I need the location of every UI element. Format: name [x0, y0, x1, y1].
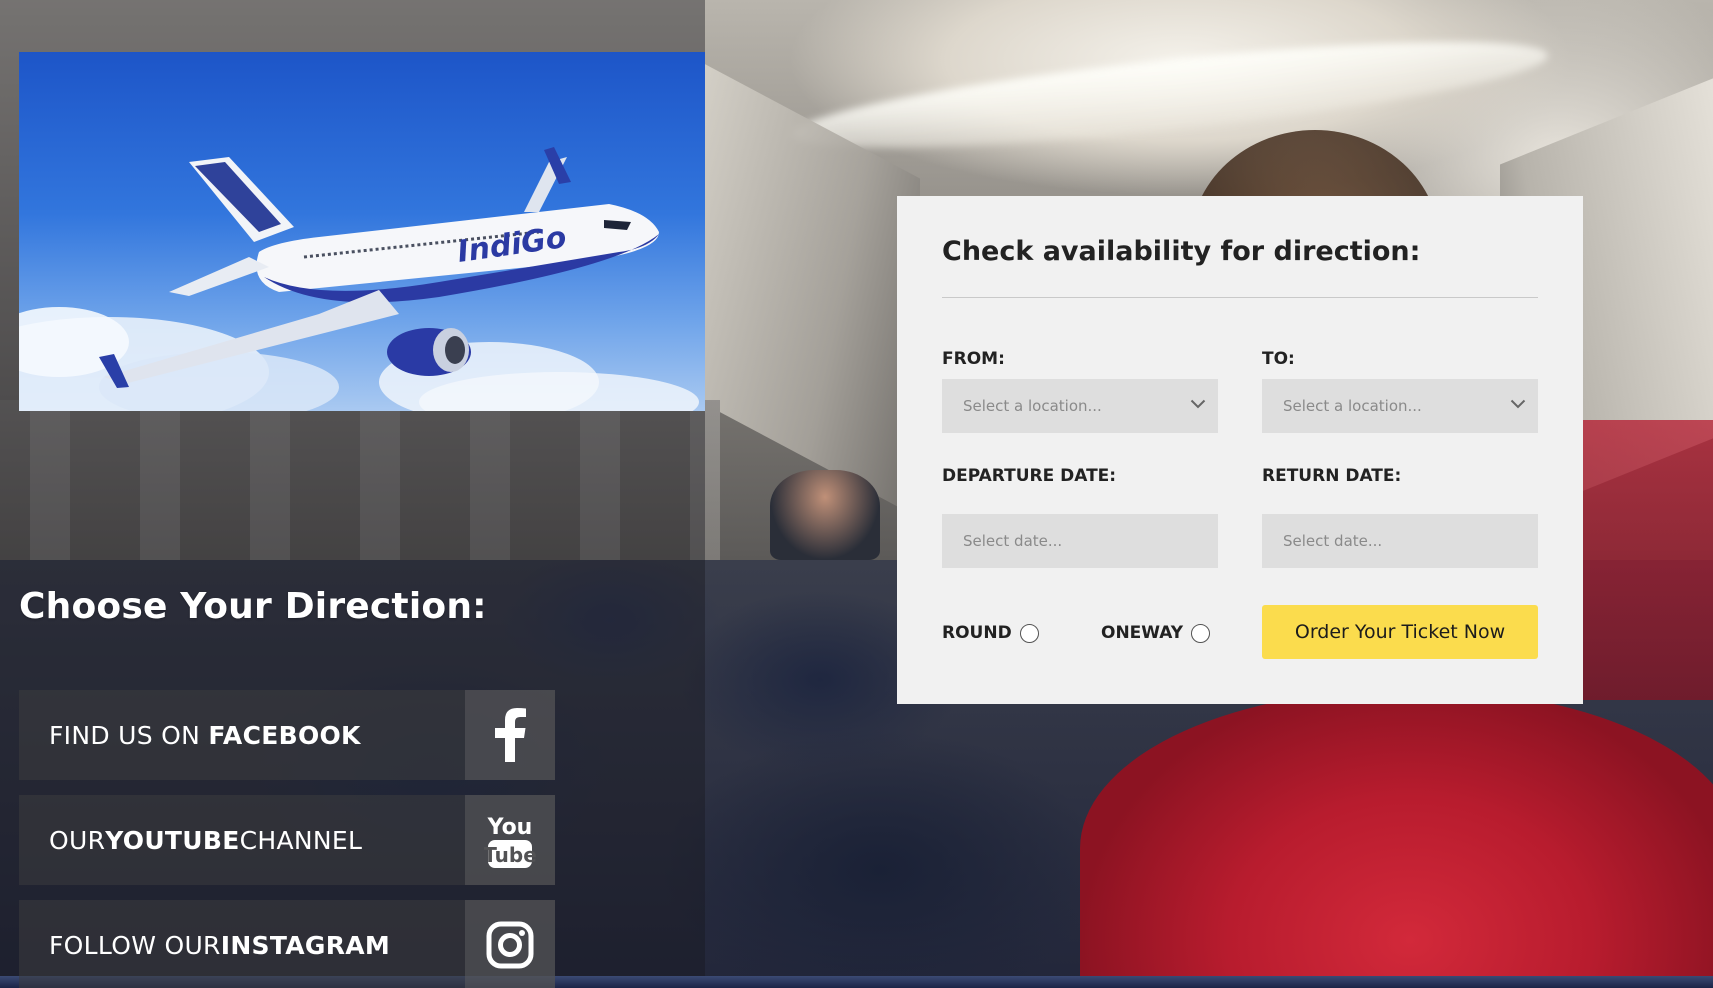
from-label: FROM: — [942, 349, 1005, 369]
youtube-link[interactable]: OUR YOUTUBE CHANNEL You Tube — [19, 795, 555, 885]
form-divider — [942, 297, 1538, 298]
facebook-link-label[interactable]: FIND US ON FACEBOOK — [19, 690, 465, 780]
svg-text:Tube: Tube — [484, 843, 536, 867]
facebook-icon[interactable] — [465, 690, 555, 780]
chevron-down-icon — [1190, 399, 1206, 409]
youtube-label-prefix: OUR — [49, 825, 106, 855]
facebook-label-bold: FACEBOOK — [208, 720, 361, 750]
instagram-link-label[interactable]: FOLLOW OUR INSTAGRAM — [19, 900, 465, 988]
choose-direction-title: Choose Your Direction: — [19, 586, 487, 627]
return-date-input[interactable]: Select date... — [1262, 514, 1538, 568]
airplane-icon: IndiGo — [19, 147, 699, 411]
youtube-icon[interactable]: You Tube — [465, 795, 555, 885]
instagram-icon[interactable] — [465, 900, 555, 988]
youtube-label-bold: YOUTUBE — [105, 825, 240, 855]
oneway-radio[interactable] — [1191, 623, 1211, 643]
airplane-hero-image: IndiGo — [19, 52, 705, 411]
facebook-label-prefix: FIND US ON — [49, 720, 201, 750]
round-trip-option[interactable]: ROUND — [942, 623, 1039, 643]
departure-date-input[interactable]: Select date... — [942, 514, 1218, 568]
order-ticket-button[interactable]: Order Your Ticket Now — [1262, 605, 1538, 659]
form-heading: Check availability for direction: — [942, 236, 1421, 267]
round-trip-label: ROUND — [942, 623, 1012, 643]
instagram-link[interactable]: FOLLOW OUR INSTAGRAM — [19, 900, 555, 988]
facebook-link[interactable]: FIND US ON FACEBOOK — [19, 690, 555, 780]
oneway-option[interactable]: ONEWAY — [1101, 623, 1211, 643]
passenger-in-aisle — [770, 470, 880, 560]
youtube-label-suffix: CHANNEL — [239, 825, 363, 855]
to-select-placeholder: Select a location... — [1283, 397, 1422, 415]
oneway-label: ONEWAY — [1101, 623, 1184, 643]
return-date-label: RETURN DATE: — [1262, 466, 1402, 486]
chevron-down-icon — [1510, 399, 1526, 409]
departure-date-label: DEPARTURE DATE: — [942, 466, 1117, 486]
instagram-label-prefix: FOLLOW OUR — [49, 930, 221, 960]
youtube-link-label[interactable]: OUR YOUTUBE CHANNEL — [19, 795, 465, 885]
availability-form: Check availability for direction: FROM: … — [897, 196, 1583, 704]
to-select[interactable]: Select a location... — [1262, 379, 1538, 433]
to-label: TO: — [1262, 349, 1295, 369]
svg-text:You: You — [487, 815, 533, 840]
instagram-label-bold: INSTAGRAM — [220, 930, 391, 960]
departure-date-placeholder: Select date... — [963, 532, 1063, 550]
from-select[interactable]: Select a location... — [942, 379, 1218, 433]
passenger-red-hoodie — [1080, 690, 1713, 988]
round-trip-radio[interactable] — [1019, 623, 1039, 643]
from-select-placeholder: Select a location... — [963, 397, 1102, 415]
return-date-placeholder: Select date... — [1283, 532, 1383, 550]
